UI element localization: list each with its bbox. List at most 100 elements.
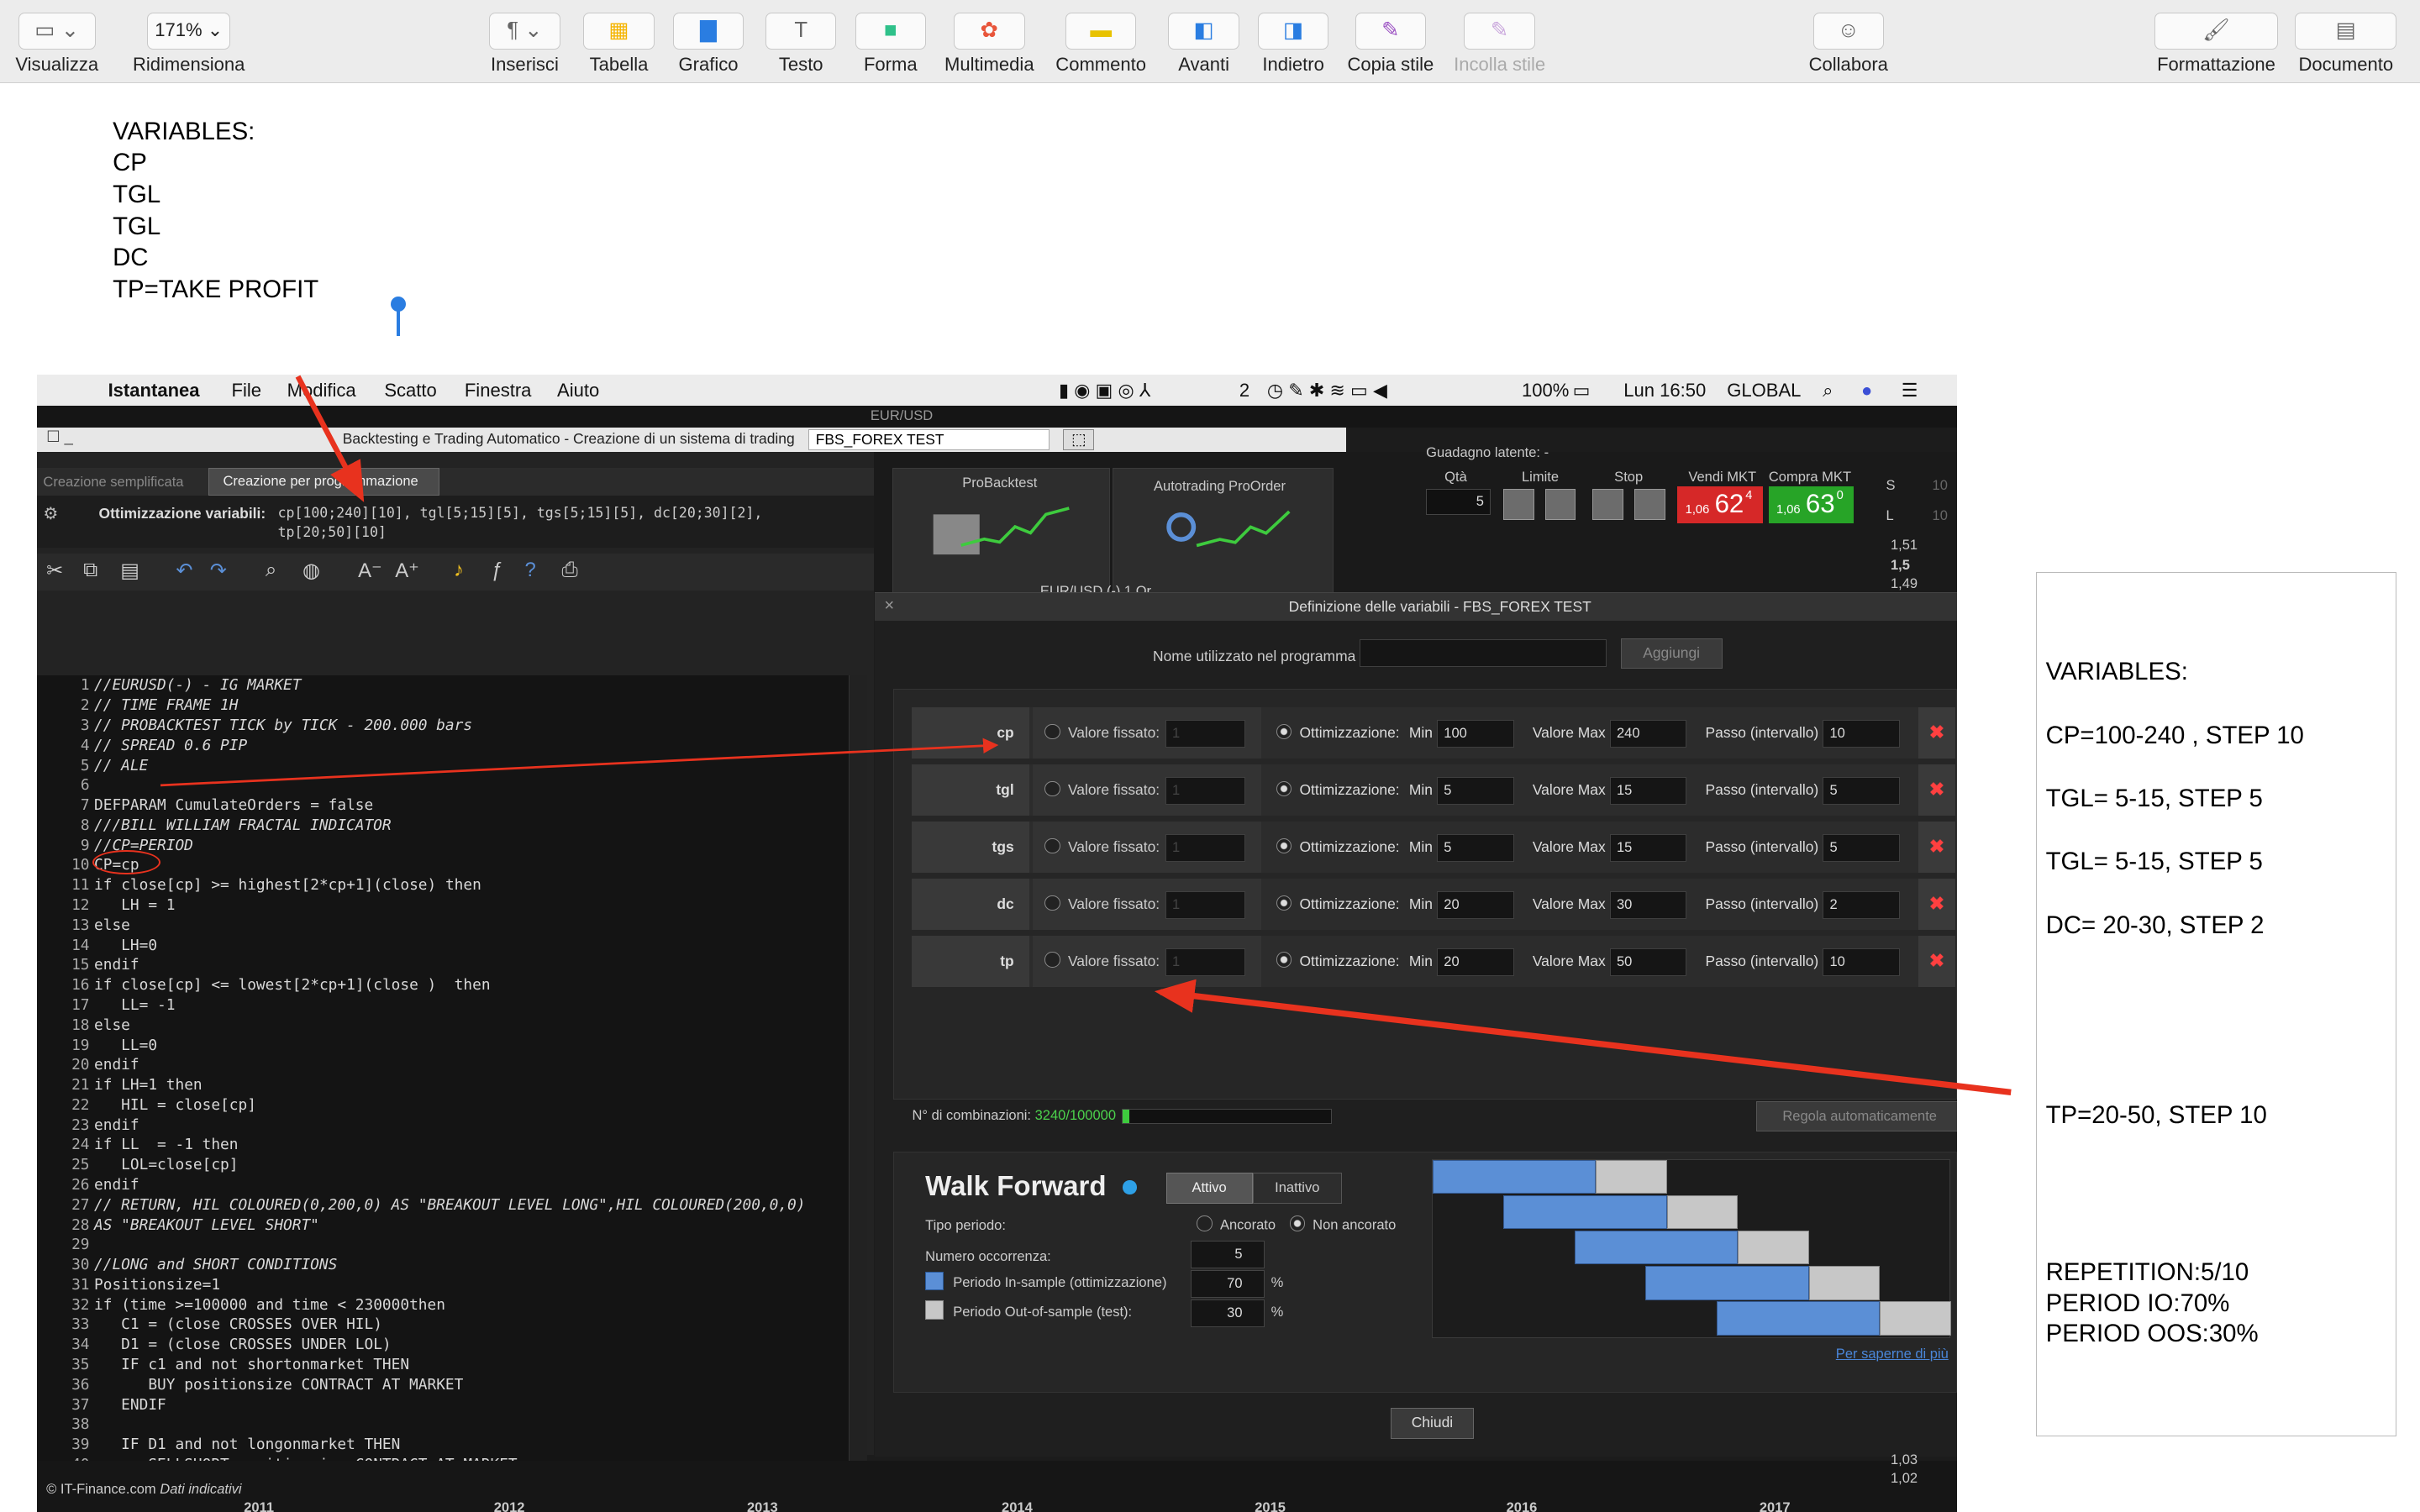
fixed-input[interactable]: 1 xyxy=(1165,776,1246,805)
siri-icon[interactable]: ● xyxy=(1861,380,1872,402)
fixed-input[interactable]: 1 xyxy=(1165,719,1246,748)
undo-icon[interactable]: ↶ xyxy=(176,559,192,583)
font-increase-icon[interactable]: A⁺ xyxy=(395,559,419,583)
probacktest-button[interactable]: ProBacktest xyxy=(892,467,1110,595)
backward-button[interactable]: ◨ Indietro xyxy=(1257,12,1329,76)
fixed-radio[interactable] xyxy=(1044,780,1060,796)
fixed-input[interactable]: 1 xyxy=(1165,833,1246,862)
fixed-value-cell[interactable]: Valore fissato: 1 xyxy=(1032,707,1261,759)
fixed-radio[interactable] xyxy=(1044,952,1060,968)
menu-app[interactable]: Istantanea xyxy=(108,380,200,402)
delete-icon[interactable]: ✖ xyxy=(1918,879,1956,930)
step-input[interactable]: 10 xyxy=(1823,948,1900,976)
system-name-field[interactable]: FBS_FOREX TEST xyxy=(808,428,1050,451)
fixed-value-cell[interactable]: Valore fissato: 1 xyxy=(1032,822,1261,873)
min-input[interactable]: 20 xyxy=(1436,890,1514,919)
menu-file[interactable]: File xyxy=(232,380,262,402)
step-input[interactable]: 5 xyxy=(1823,776,1900,805)
notes-box[interactable]: VARIABLES: CP=100-240 , STEP 10 TGL= 5-1… xyxy=(2035,572,2397,1436)
delete-icon[interactable]: ✖ xyxy=(1918,936,1956,987)
table-button[interactable]: ▦ Tabella xyxy=(583,12,655,76)
comment-button[interactable]: ▬ Commento xyxy=(1055,12,1146,76)
cut-icon[interactable]: ✂ xyxy=(46,559,63,583)
step-input[interactable]: 5 xyxy=(1823,833,1900,862)
forward-button[interactable]: ◧ Avanti xyxy=(1168,12,1239,76)
autotrading-button[interactable]: Autotrading ProOrder xyxy=(1113,467,1334,595)
fixed-input[interactable]: 1 xyxy=(1165,890,1246,919)
min-input[interactable]: 5 xyxy=(1436,833,1514,862)
fixed-radio[interactable] xyxy=(1044,837,1060,853)
delete-icon[interactable]: ✖ xyxy=(1918,822,1956,873)
zoom-button[interactable]: 171% ⌄ Ridimensiona xyxy=(133,12,245,76)
document-text[interactable]: VARIABLES: CP TGL TGL DC TP=TAKE PROFIT xyxy=(113,116,318,306)
quantity-input[interactable]: 5 xyxy=(1426,489,1491,516)
chart-button[interactable]: ▇ Grafico xyxy=(672,12,744,76)
learn-more-link[interactable]: Per saperne di più xyxy=(1836,1346,1949,1362)
menu-window[interactable]: Finestra xyxy=(465,380,532,402)
max-input[interactable]: 50 xyxy=(1609,948,1687,976)
format-button[interactable]: 🖌 Formattazione xyxy=(2154,12,2278,76)
editor-scrollbar[interactable] xyxy=(849,675,868,1512)
menu-help[interactable]: Aiuto xyxy=(557,380,599,402)
occurrences-stepper[interactable]: 5 xyxy=(1191,1240,1265,1268)
optimization-radio[interactable]: Ottimizzazione: xyxy=(1276,879,1400,930)
fixed-value-cell[interactable]: Valore fissato: 1 xyxy=(1032,936,1261,987)
copy-icon[interactable]: ⧉ xyxy=(83,559,97,582)
step-input[interactable]: 10 xyxy=(1823,719,1900,748)
inactive-toggle[interactable]: Inattivo xyxy=(1252,1173,1343,1204)
text-button[interactable]: T Testo xyxy=(765,12,837,76)
help-icon[interactable]: ? xyxy=(524,559,535,582)
max-input[interactable]: 15 xyxy=(1609,833,1687,862)
copy-style-button[interactable]: ✎ Copia stile xyxy=(1347,12,1434,76)
stop-buy-icon[interactable] xyxy=(1592,489,1624,520)
spotlight-icon[interactable]: ⌕ xyxy=(1823,380,1833,402)
buy-market-button[interactable]: 1,06 63 0 xyxy=(1768,486,1854,523)
paste-icon[interactable]: ▤ xyxy=(120,559,139,583)
min-input[interactable]: 5 xyxy=(1436,776,1514,805)
limit-sell-icon[interactable] xyxy=(1544,489,1576,520)
print-icon[interactable]: ⎙ xyxy=(562,559,578,582)
bulb-icon[interactable]: ♪ xyxy=(454,559,464,582)
auto-adjust-button[interactable]: Regola automaticamente xyxy=(1756,1100,1957,1132)
font-decrease-icon[interactable]: A⁻ xyxy=(358,559,382,583)
search-icon[interactable]: ⌕ xyxy=(266,559,276,582)
paste-style-button[interactable]: ✎ Incolla stile xyxy=(1454,12,1545,76)
tab-programming[interactable]: Creazione per programmazione xyxy=(208,467,440,496)
step-input[interactable]: 2 xyxy=(1823,890,1900,919)
comment-icon[interactable]: ◍ xyxy=(302,559,320,583)
info-icon[interactable] xyxy=(1123,1180,1137,1194)
optimization-radio[interactable]: Ottimizzazione: xyxy=(1276,822,1400,873)
fixed-value-cell[interactable]: Valore fissato: 1 xyxy=(1032,879,1261,930)
view-button[interactable]: ▭ ⌄ Visualizza xyxy=(15,12,98,76)
close-button[interactable]: Chiudi xyxy=(1390,1408,1475,1439)
name-input[interactable] xyxy=(1360,639,1607,668)
not-anchored-radio[interactable]: Non ancorato xyxy=(1289,1215,1396,1234)
sell-market-button[interactable]: 1,06 62 4 xyxy=(1677,486,1763,523)
redo-icon[interactable]: ↷ xyxy=(210,559,227,583)
close-icon[interactable]: ☐ _ xyxy=(46,428,73,446)
tab-simple[interactable]: Creazione semplificata xyxy=(43,474,183,491)
shape-button[interactable]: ■ Forma xyxy=(855,12,927,76)
optimization-radio[interactable]: Ottimizzazione: xyxy=(1276,707,1400,759)
delete-icon[interactable]: ✖ xyxy=(1918,764,1956,816)
dialog-close-icon[interactable]: × xyxy=(884,596,894,616)
fixed-radio[interactable] xyxy=(1044,723,1060,740)
min-input[interactable]: 20 xyxy=(1436,948,1514,976)
stop-sell-icon[interactable] xyxy=(1634,489,1665,520)
add-button[interactable]: Aggiungi xyxy=(1620,638,1723,669)
anchored-radio[interactable]: Ancorato xyxy=(1197,1215,1276,1234)
insample-stepper[interactable]: 70 xyxy=(1191,1269,1265,1298)
collaborate-button[interactable]: ☺ Collabora xyxy=(1809,12,1888,76)
delete-icon[interactable]: ✖ xyxy=(1918,707,1956,759)
min-input[interactable]: 100 xyxy=(1436,719,1514,748)
menu-capture[interactable]: Scatto xyxy=(384,380,436,402)
active-toggle[interactable]: Attivo xyxy=(1165,1173,1253,1204)
fixed-value-cell[interactable]: Valore fissato: 1 xyxy=(1032,764,1261,816)
max-input[interactable]: 30 xyxy=(1609,890,1687,919)
function-icon[interactable]: ƒ xyxy=(491,559,502,582)
optimization-radio[interactable]: Ottimizzazione: xyxy=(1276,936,1400,987)
max-input[interactable]: 15 xyxy=(1609,776,1687,805)
limit-buy-icon[interactable] xyxy=(1502,489,1534,520)
outsample-stepper[interactable]: 30 xyxy=(1191,1299,1265,1327)
optimization-radio[interactable]: Ottimizzazione: xyxy=(1276,764,1400,816)
